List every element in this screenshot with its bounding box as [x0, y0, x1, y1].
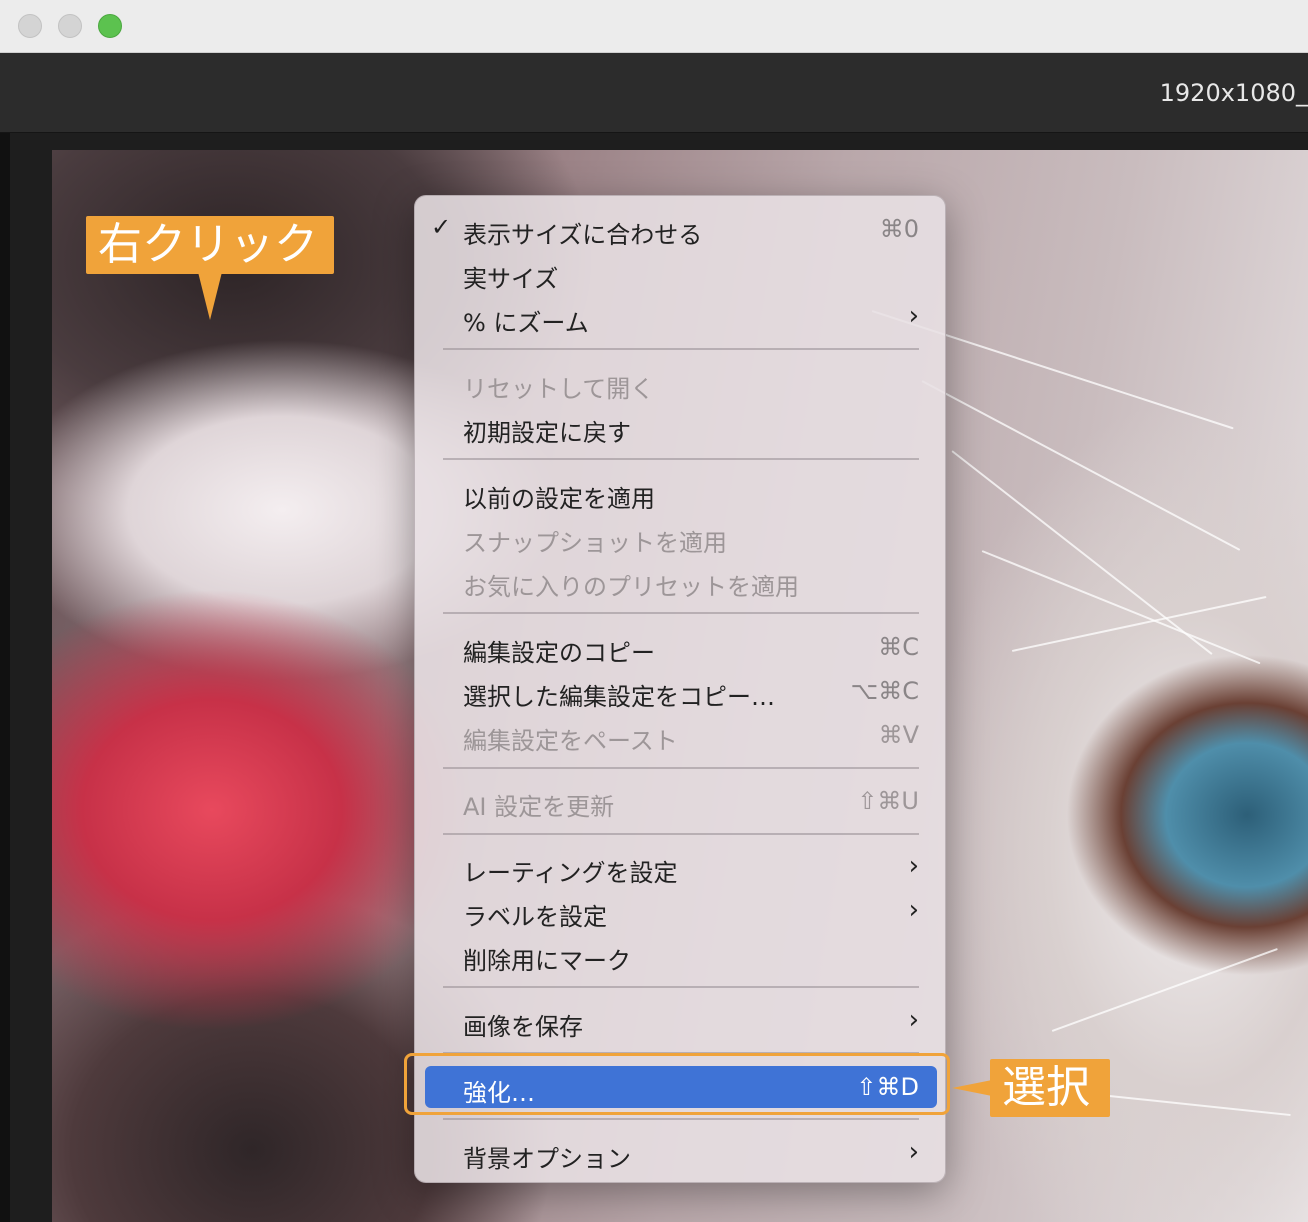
enhance-highlight-frame	[404, 1053, 950, 1115]
sidebar-edge	[0, 133, 10, 1222]
menu-item-0[interactable]: ✓ 表示サイズに合わせる ⌘0	[415, 207, 947, 251]
menu-item-shortcut: ⌘C	[878, 633, 919, 661]
menu-item-label: 選択した編集設定をコピー…	[463, 683, 775, 711]
menu-item-label: 編集設定のコピー	[463, 639, 655, 667]
chevron-right-icon: ›	[908, 851, 919, 881]
close-window-button[interactable]	[18, 14, 42, 38]
right-click-callout-pointer	[198, 272, 222, 320]
window-titlebar	[0, 0, 1308, 53]
menu-item-label: スナップショットを適用	[463, 529, 727, 557]
chevron-right-icon: ›	[908, 1005, 919, 1035]
menu-item-label: リセットして開く	[463, 375, 655, 403]
menu-item-label: 実サイズ	[463, 265, 559, 293]
menu-item-shortcut: ⌘0	[879, 215, 919, 243]
menu-item-3: リセットして開く	[415, 361, 947, 405]
menu-item-17[interactable]: 背景オプション ›	[415, 1131, 947, 1175]
menu-separator	[443, 986, 919, 988]
menu-item-label: お気に入りのプリセットを適用	[463, 573, 799, 601]
menu-item-label: 表示サイズに合わせる	[463, 221, 703, 249]
menu-item-1[interactable]: 実サイズ	[415, 251, 947, 295]
menu-item-10: 編集設定をペースト ⌘V	[415, 713, 947, 757]
menu-item-label: レーティングを設定	[463, 859, 678, 887]
chevron-right-icon: ›	[908, 895, 919, 925]
menu-separator	[443, 612, 919, 614]
chevron-right-icon: ›	[908, 301, 919, 331]
whisker-line	[1051, 947, 1278, 1032]
menu-item-5[interactable]: 以前の設定を適用	[415, 471, 947, 515]
right-click-callout: 右クリック	[86, 216, 334, 274]
menu-item-9[interactable]: 選択した編集設定をコピー… ⌥⌘C	[415, 669, 947, 713]
select-callout: 選択	[990, 1059, 1110, 1117]
menu-item-label: AI 設定を更新	[463, 793, 615, 821]
menu-separator	[443, 833, 919, 835]
menu-item-label: 以前の設定を適用	[463, 485, 655, 513]
menu-item-label: 初期設定に戻す	[463, 419, 631, 447]
menu-item-11: AI 設定を更新 ⇧⌘U	[415, 779, 947, 823]
menu-item-8[interactable]: 編集設定のコピー ⌘C	[415, 625, 947, 669]
menu-item-15[interactable]: 画像を保存 ›	[415, 999, 947, 1043]
menu-separator	[443, 348, 919, 350]
menu-separator	[443, 458, 919, 460]
menu-item-label: ラベルを設定	[463, 903, 607, 931]
minimize-window-button[interactable]	[58, 14, 82, 38]
menu-item-label: 背景オプション	[463, 1145, 631, 1173]
menu-item-label: 編集設定をペースト	[463, 727, 678, 755]
chevron-right-icon: ›	[908, 1137, 919, 1167]
menu-item-label: 画像を保存	[463, 1013, 583, 1041]
menu-item-label: 削除用にマーク	[463, 947, 631, 975]
menu-item-label: % にズーム	[463, 309, 589, 337]
menu-item-shortcut: ⌘V	[878, 721, 919, 749]
menu-item-4[interactable]: 初期設定に戻す	[415, 405, 947, 449]
menu-item-shortcut: ⌥⌘C	[850, 677, 919, 705]
menu-item-12[interactable]: レーティングを設定 ›	[415, 845, 947, 889]
checkmark-icon: ✓	[431, 213, 452, 241]
menu-item-2[interactable]: % にズーム ›	[415, 295, 947, 339]
menu-item-13[interactable]: ラベルを設定 ›	[415, 889, 947, 933]
menu-separator	[443, 1118, 919, 1120]
menu-item-6: スナップショットを適用	[415, 515, 947, 559]
whisker-line	[1011, 595, 1267, 652]
context-menu: ✓ 表示サイズに合わせる ⌘0 実サイズ % にズーム › リセットして開く 初期設定に戻す以…	[414, 195, 946, 1183]
menu-item-14[interactable]: 削除用にマーク	[415, 933, 947, 977]
zoom-window-button[interactable]	[98, 14, 122, 38]
menu-separator	[443, 767, 919, 769]
menu-item-7: お気に入りのプリセットを適用	[415, 559, 947, 603]
app-toolbar: 1920x1080_	[0, 53, 1308, 133]
file-name: 1920x1080_	[1159, 79, 1308, 107]
menu-item-shortcut: ⇧⌘U	[857, 787, 919, 815]
select-callout-pointer	[952, 1080, 992, 1096]
